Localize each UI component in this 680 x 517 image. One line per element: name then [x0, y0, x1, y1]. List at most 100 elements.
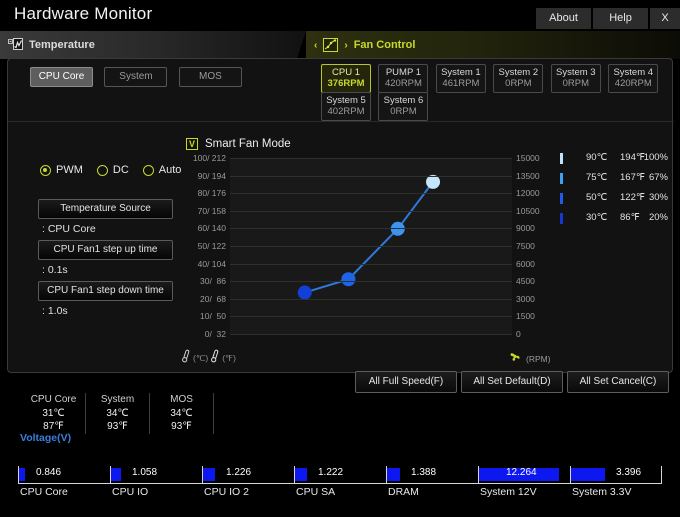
voltage-value: 1.222: [318, 467, 343, 478]
voltage-value: 1.388: [411, 467, 436, 478]
fan-button-system-6[interactable]: System 6 0RPM: [378, 92, 428, 121]
voltage-value: 1.226: [226, 467, 251, 478]
chart-plot-area[interactable]: [230, 158, 512, 335]
fan-button-rpm: 402RPM: [322, 106, 370, 117]
chart-y-tick-right: 3000: [516, 294, 535, 304]
fan-button-label: System 1: [437, 67, 485, 78]
fan-button-label: System 2: [494, 67, 542, 78]
fan-curve-chart: V Smart Fan Mode 100/ 21290/ 19480/ 1767…: [178, 138, 668, 366]
fan-button-cpu-1[interactable]: CPU 1 376RPM: [321, 64, 371, 93]
setting-step-down-time-header[interactable]: CPU Fan1 step down time: [38, 281, 173, 301]
fan-button-system-3[interactable]: System 3 0RPM: [551, 64, 601, 93]
chart-y-tick-left: 60/ 140: [198, 223, 226, 233]
chart-y-tick-left: 40/ 104: [198, 259, 226, 269]
fan-curve-point[interactable]: [298, 286, 312, 300]
chart-y-tick-right: 12000: [516, 188, 540, 198]
legend-color-swatch: [560, 213, 563, 224]
close-button[interactable]: X: [650, 8, 680, 29]
all-set-cancel-button[interactable]: All Set Cancel(C): [567, 371, 669, 393]
tab-fan-control[interactable]: ‹ › Fan Control: [306, 31, 680, 59]
voltage-bar: [19, 468, 25, 481]
radio-dc-label: DC: [113, 164, 129, 176]
fan-selector-row-2: System 5 402RPM System 6 0RPM: [321, 92, 431, 121]
temperature-chart-icon: [8, 38, 23, 52]
setting-step-up-time-header[interactable]: CPU Fan1 step up time: [38, 240, 173, 260]
tab-temperature[interactable]: Temperature: [0, 31, 306, 59]
fan-button-rpm: 0RPM: [494, 78, 542, 89]
chart-gridline: [230, 211, 512, 212]
chart-y-tick-left: 30/ 86: [200, 276, 226, 286]
voltage-bar: [111, 468, 121, 481]
voltage-section-title: Voltage(V): [20, 432, 71, 444]
voltage-item: 1.226 CPU IO 2: [202, 463, 294, 501]
radio-pwm-label: PWM: [56, 164, 83, 176]
temp-readout-system: System 34℃ 93℉: [86, 393, 150, 434]
source-button-cpu-core[interactable]: CPU Core: [30, 67, 93, 87]
fan-button-system-5[interactable]: System 5 402RPM: [321, 92, 371, 121]
voltage-bar: [295, 468, 307, 481]
voltage-label: CPU IO 2: [204, 486, 249, 498]
smart-fan-mode-check-icon: V: [186, 138, 198, 150]
radio-auto-icon: [143, 165, 154, 176]
fan-selector-row-1: CPU 1 376RPM PUMP 1 420RPM System 1 461R…: [321, 64, 667, 93]
fan-curve-point[interactable]: [341, 272, 355, 286]
voltage-bar: [203, 468, 215, 481]
setting-temperature-source: Temperature Source : CPU Core: [38, 199, 173, 235]
chart-legend-row: 50℃122℉30%: [560, 192, 668, 206]
temp-readout-name: System: [90, 393, 145, 407]
chart-rpm-unit: (RPM): [508, 350, 551, 368]
chart-y-tick-right: 0: [516, 329, 521, 339]
voltage-label: System 3.3V: [572, 486, 632, 498]
header-divider: [8, 121, 674, 122]
fan-button-rpm: 0RPM: [552, 78, 600, 89]
chart-temperature-units: (℃) (℉): [182, 349, 236, 368]
legend-percent: 30%: [649, 192, 668, 203]
chart-gridline: [230, 316, 512, 317]
voltage-bar: [387, 468, 400, 481]
celsius-label: (℃): [193, 353, 208, 364]
setting-temperature-source-header[interactable]: Temperature Source: [38, 199, 173, 219]
fan-control-panel: CPU Core System MOS CPU 1 376RPM PUMP 1 …: [7, 58, 673, 373]
all-full-speed-button[interactable]: All Full Speed(F): [355, 371, 457, 393]
legend-fahrenheit: 86℉: [620, 212, 640, 223]
fan-icon: [508, 350, 522, 368]
source-button-mos[interactable]: MOS: [179, 67, 242, 87]
temp-readout-celsius: 34℃: [154, 407, 209, 420]
fan-button-rpm: 0RPM: [379, 106, 427, 117]
source-button-system[interactable]: System: [104, 67, 167, 87]
radio-auto[interactable]: Auto: [143, 164, 182, 176]
thermometer-icon: [182, 349, 190, 368]
temp-readout-name: MOS: [154, 393, 209, 407]
fan-button-system-2[interactable]: System 2 0RPM: [493, 64, 543, 93]
smart-fan-mode-label: Smart Fan Mode: [205, 138, 291, 150]
chart-y-tick-right: 4500: [516, 276, 535, 286]
chart-gridline: [230, 228, 512, 229]
temp-readout-celsius: 31℃: [26, 407, 81, 420]
fan-button-label: System 3: [552, 67, 600, 78]
fan-button-pump-1[interactable]: PUMP 1 420RPM: [378, 64, 428, 93]
chart-gridline: [230, 299, 512, 300]
voltage-value: 3.396: [616, 467, 641, 478]
smart-fan-mode-checkbox[interactable]: V Smart Fan Mode: [186, 138, 291, 150]
tab-prev-arrow-icon[interactable]: ‹: [314, 40, 317, 51]
all-set-default-button[interactable]: All Set Default(D): [461, 371, 563, 393]
setting-step-up-time-value: : 0.1s: [38, 260, 173, 276]
tab-next-arrow-icon[interactable]: ›: [344, 40, 347, 51]
radio-dc[interactable]: DC: [97, 164, 129, 176]
chart-legend-row: 30℃86℉20%: [560, 212, 668, 226]
help-button[interactable]: Help: [593, 8, 648, 29]
legend-celsius: 30℃: [586, 212, 607, 223]
fan-button-system-1[interactable]: System 1 461RPM: [436, 64, 486, 93]
legend-percent: 100%: [644, 152, 668, 163]
tab-fan-control-label: Fan Control: [354, 39, 416, 51]
hardware-monitor-window: Hardware Monitor About Help X Temperatur…: [0, 0, 680, 517]
radio-pwm[interactable]: PWM: [40, 164, 83, 176]
voltage-value: 12.264: [506, 467, 537, 478]
voltage-item: 3.396 System 3.3V: [570, 463, 662, 501]
setting-step-down-time-value: : 1.0s: [38, 301, 173, 317]
radio-pwm-icon: [40, 165, 51, 176]
voltage-item: 0.846CPU Core: [18, 463, 110, 501]
chart-y-tick-right: 10500: [516, 206, 540, 216]
fan-button-system-4[interactable]: System 4 420RPM: [608, 64, 658, 93]
about-button[interactable]: About: [536, 8, 591, 29]
